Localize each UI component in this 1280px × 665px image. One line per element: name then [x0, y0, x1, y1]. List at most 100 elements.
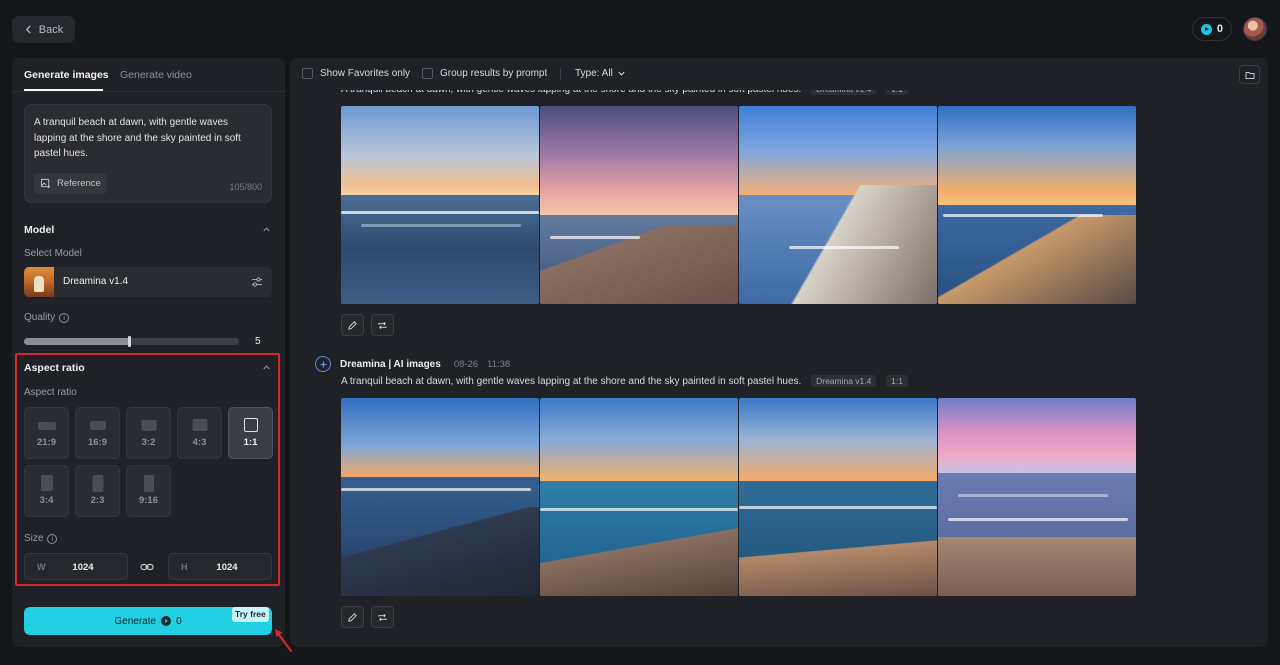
chevron-up-icon[interactable] [262, 363, 271, 372]
ratio-label: 4:3 [192, 437, 207, 448]
link-icon[interactable] [140, 560, 154, 574]
group-by-prompt-checkbox[interactable]: Group results by prompt [422, 68, 547, 79]
generate-cost: 0 [176, 615, 182, 627]
image-add-icon [40, 178, 51, 189]
size-label-row: Size i [24, 533, 58, 544]
ratio-16-9[interactable]: 16:9 [75, 407, 120, 459]
ratio-shape-icon [37, 422, 56, 430]
credits-count: 0 [1216, 23, 1223, 35]
user-avatar[interactable] [1243, 17, 1267, 41]
ratio-3-4[interactable]: 3:4 [24, 465, 69, 517]
ratio-label: 9:16 [138, 495, 158, 506]
height-value: 1024 [216, 562, 238, 573]
result-image[interactable] [341, 106, 539, 304]
result-image[interactable] [540, 106, 738, 304]
reference-label: Reference [57, 178, 101, 189]
ratio-label: 2:3 [90, 495, 105, 506]
sliders-icon[interactable] [251, 276, 263, 288]
checkbox-label: Show Favorites only [320, 68, 411, 79]
folder-icon [1245, 71, 1254, 79]
credit-coin-icon [161, 616, 172, 626]
quality-slider-fill [24, 338, 130, 345]
reference-button[interactable]: Reference [34, 173, 107, 194]
regenerate-button[interactable] [371, 314, 394, 336]
credits-badge[interactable]: 0 [1191, 17, 1232, 41]
ratio-label: 3:4 [39, 495, 54, 506]
folder-button[interactable] [1239, 65, 1260, 84]
quality-value: 5 [255, 336, 261, 347]
checkbox-box [302, 68, 313, 79]
back-label: Back [38, 23, 64, 36]
info-icon[interactable]: i [59, 312, 70, 323]
char-count: 105/800 [229, 182, 262, 192]
model-tag: Dreamina v1.4 [811, 375, 877, 387]
pencil-icon [348, 612, 357, 622]
ratio-shape-icon [141, 420, 156, 431]
generation-panel: Generate images Generate video A tranqui… [12, 58, 285, 647]
result-date: 08-26 [453, 358, 479, 370]
repeat-icon [378, 613, 387, 621]
chevron-up-icon[interactable] [262, 225, 271, 234]
active-tab-indicator [24, 89, 103, 91]
quality-slider-thumb[interactable] [128, 336, 132, 347]
tab-generate-video[interactable]: Generate video [120, 69, 192, 81]
ratio-label: 3:2 [141, 437, 156, 448]
show-favorites-checkbox[interactable]: Show Favorites only [302, 68, 410, 79]
checkbox-box [422, 68, 433, 79]
result-image[interactable] [739, 398, 937, 596]
ratio-1-1[interactable]: 1:1 [228, 407, 273, 459]
quality-slider[interactable] [24, 336, 239, 347]
ratio-21-9[interactable]: 21:9 [24, 407, 69, 459]
ratio-shape-icon [143, 475, 154, 492]
result-time: 11:38 [487, 358, 511, 370]
info-icon[interactable]: i [47, 533, 58, 544]
ratio-9-16[interactable]: 9:16 [126, 465, 171, 517]
result-image[interactable] [341, 398, 539, 596]
toolbar-divider [560, 68, 561, 80]
ratio-shape-icon [89, 421, 106, 430]
width-value: 1024 [72, 562, 94, 573]
aspect-ratio-section-title: Aspect ratio [24, 362, 85, 374]
ratio-label: 1:1 [243, 437, 258, 448]
prompt-input[interactable]: A tranquil beach at dawn, with gentle wa… [24, 104, 272, 203]
edit-button[interactable] [341, 606, 364, 628]
result-image[interactable] [938, 106, 1136, 304]
model-section-title: Model [24, 224, 55, 236]
ratio-shape-icon [243, 418, 258, 432]
ratio-shape-icon [192, 419, 207, 431]
aspect-ratio-label: Aspect ratio [24, 387, 77, 398]
model-select[interactable]: Dreamina v1.4 [24, 267, 272, 297]
pencil-icon [348, 320, 357, 330]
ratio-2-3[interactable]: 2:3 [75, 465, 120, 517]
dreamina-logo-icon [315, 356, 331, 372]
ratio-4-3[interactable]: 4:3 [177, 407, 222, 459]
author-name: Dreamina | AI images [340, 358, 441, 370]
result-image[interactable] [739, 106, 937, 304]
prompt-caption: A tranquil beach at dawn, with gentle wa… [341, 375, 908, 387]
credit-coin-icon [1200, 23, 1212, 35]
repeat-icon [378, 321, 387, 329]
chevron-left-icon [25, 25, 31, 34]
back-button[interactable]: Back [12, 16, 75, 43]
ratio-3-2[interactable]: 3:2 [126, 407, 171, 459]
regenerate-button[interactable] [371, 606, 394, 628]
result-image[interactable] [540, 398, 738, 596]
select-model-label: Select Model [24, 248, 82, 259]
quality-label-row: Quality i [24, 312, 70, 323]
prompt-text[interactable]: A tranquil beach at dawn, with gentle wa… [34, 115, 262, 162]
width-field[interactable]: W 1024 [24, 553, 128, 580]
height-field[interactable]: H 1024 [168, 553, 272, 580]
result-group-header: Dreamina | AI images 08-26 11:38 [315, 356, 510, 372]
ratio-tag: 1:1 [886, 375, 908, 387]
type-filter-dropdown[interactable]: Type: All [575, 68, 626, 79]
edit-button[interactable] [341, 314, 364, 336]
tab-generate-images[interactable]: Generate images [24, 69, 109, 81]
ratio-shape-icon [40, 475, 53, 491]
ratio-shape-icon [92, 475, 103, 492]
result-image[interactable] [938, 398, 1136, 596]
try-free-badge: Try free [232, 607, 269, 622]
generation-tabs: Generate images Generate video [12, 58, 285, 92]
checkbox-label: Group results by prompt [440, 68, 548, 79]
model-thumbnail [24, 267, 54, 297]
generate-label: Generate [114, 615, 157, 627]
